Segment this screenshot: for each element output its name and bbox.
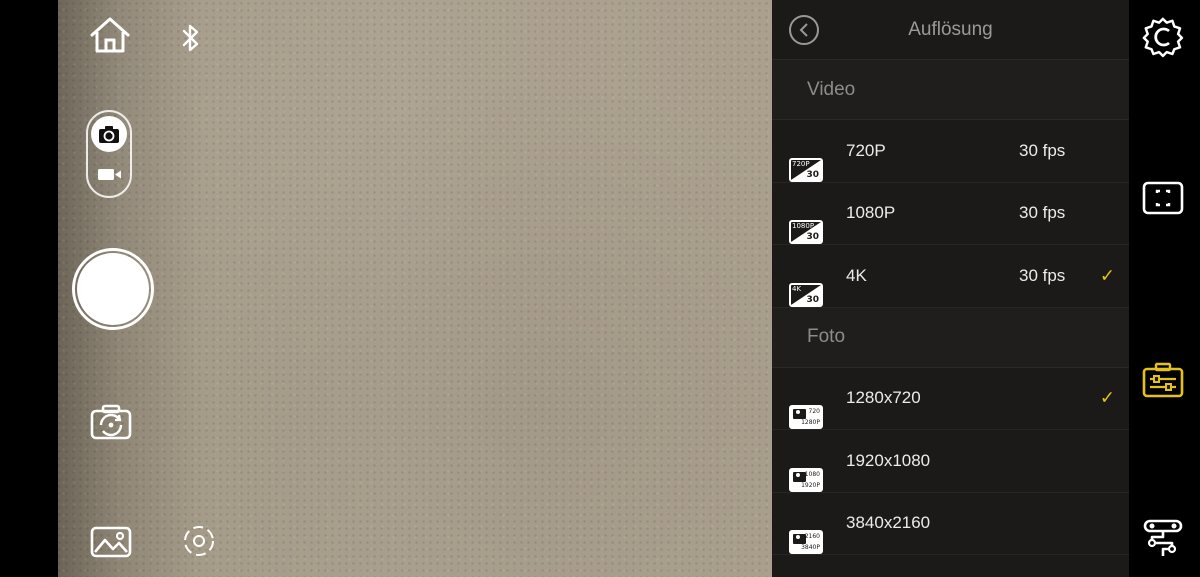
resolution-option-1280x720[interactable]: 720 1280P 1280x720 ✓ xyxy=(772,367,1129,430)
camera-rotate-icon[interactable] xyxy=(91,116,127,152)
option-label: 720P xyxy=(846,140,886,160)
option-label: 1280x720 xyxy=(846,388,921,408)
resolution-panel: Auflösung Video 720P 30 720P 30 fps ✓ 10… xyxy=(772,0,1129,577)
panel-header: Auflösung xyxy=(772,0,1129,60)
shutter-inner xyxy=(77,253,149,325)
toolbox-icon[interactable] xyxy=(1141,360,1185,400)
camera-flip-icon[interactable] xyxy=(88,402,134,442)
photo-720-icon: 720 1280P xyxy=(789,405,823,429)
panel-title: Auflösung xyxy=(908,18,993,40)
video-4k-icon: 4K 30 xyxy=(789,282,823,307)
resolution-option-1920x1080[interactable]: 1080 1920P 1920x1080 ✓ xyxy=(772,430,1129,493)
photo-video-mode-switch[interactable] xyxy=(86,110,132,198)
section-heading-video: Video xyxy=(772,60,1129,120)
photo-2160-icon: 2160 3840P xyxy=(789,530,823,554)
video-1080p-icon: 1080P 30 xyxy=(789,220,823,244)
settings-gear-icon[interactable] xyxy=(1141,15,1185,59)
bluetooth-icon[interactable] xyxy=(180,22,202,54)
option-fps: 30 fps xyxy=(1019,203,1066,223)
video-camera-icon[interactable] xyxy=(97,166,123,186)
home-icon[interactable] xyxy=(88,14,132,56)
tracking-icon[interactable] xyxy=(182,524,216,558)
resolution-option-1080p[interactable]: 1080P 30 1080P 30 fps ✓ xyxy=(772,182,1129,245)
gimbal-settings-icon[interactable] xyxy=(1141,515,1185,561)
resolution-option-720p[interactable]: 720P 30 720P 30 fps ✓ xyxy=(772,120,1129,183)
section-heading-foto: Foto xyxy=(772,307,1129,368)
chevron-left-icon[interactable] xyxy=(789,15,819,45)
shutter-button[interactable] xyxy=(72,248,154,330)
option-fps: 30 fps xyxy=(1019,140,1066,160)
left-edge-bar xyxy=(0,0,58,577)
option-label: 4K xyxy=(846,265,867,285)
gallery-icon[interactable] xyxy=(88,524,134,560)
selected-check-icon: ✓ xyxy=(1099,387,1115,409)
photo-1080-icon: 1080 1920P xyxy=(789,467,823,492)
frame-icon[interactable] xyxy=(1141,180,1185,216)
selected-check-icon: ✓ xyxy=(1099,265,1115,287)
right-rail xyxy=(1129,0,1200,577)
video-720p-icon: 720P 30 xyxy=(789,157,823,182)
option-label: 1920x1080 xyxy=(846,450,931,470)
option-label: 1080P xyxy=(846,203,896,223)
resolution-option-3840x2160[interactable]: 2160 3840P 3840x2160 ✓ xyxy=(772,492,1129,555)
resolution-option-4k[interactable]: 4K 30 4K 30 fps ✓ xyxy=(772,245,1129,308)
option-label: 3840x2160 xyxy=(846,513,931,533)
option-fps: 30 fps xyxy=(1019,265,1066,285)
